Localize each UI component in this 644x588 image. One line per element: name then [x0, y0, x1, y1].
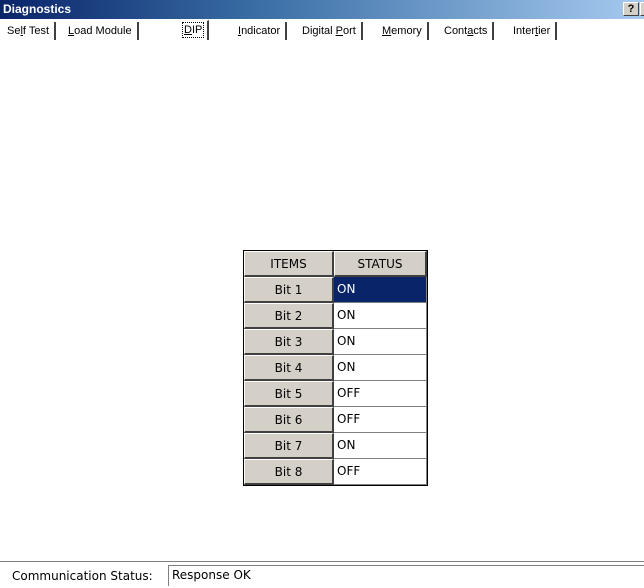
title-bar[interactable]: Diagnostics ? × — [0, 0, 644, 19]
tab-label: Indicator — [238, 25, 281, 37]
communication-status-label: Communication Status: — [12, 569, 153, 583]
row-item-cell[interactable]: Bit 8 — [244, 459, 334, 485]
column-header-items[interactable]: ITEMS — [244, 251, 334, 277]
table-row[interactable]: Bit 1 ON — [244, 277, 427, 303]
diagnostics-window: Diagnostics ? × Self Test Load Module DI… — [0, 0, 644, 588]
row-status-cell[interactable]: ON — [334, 277, 427, 303]
row-status-cell[interactable]: OFF — [334, 381, 427, 407]
grid-body: Bit 1 ON Bit 2 ON Bit 3 ON Bit 4 ON Bit 5 OFF Bit … — [244, 277, 427, 485]
tab-self-test[interactable]: Self Test — [2, 22, 57, 40]
row-status-cell[interactable]: OFF — [334, 407, 427, 433]
tab-label: DIP — [181, 22, 205, 38]
row-status-cell[interactable]: ON — [334, 433, 427, 459]
row-item-cell[interactable]: Bit 6 — [244, 407, 334, 433]
tab-load-module[interactable]: Load Module — [63, 22, 139, 40]
table-row[interactable]: Bit 4 ON — [244, 355, 427, 381]
tab-label: Digital Port — [302, 25, 356, 37]
tab-label: Load Module — [68, 25, 132, 37]
grid-header-row: ITEMS STATUS — [244, 251, 427, 277]
tab-indicator[interactable]: Indicator — [233, 22, 288, 40]
column-header-status[interactable]: STATUS — [334, 251, 427, 277]
row-item-cell[interactable]: Bit 4 — [244, 355, 334, 381]
window-title: Diagnostics — [3, 2, 72, 16]
row-status-cell[interactable]: OFF — [334, 459, 427, 485]
tab-strip: Self Test Load Module DIP Indicator Digi… — [0, 20, 644, 42]
tab-intertier[interactable]: Intertier — [508, 22, 558, 40]
tab-label: Self Test — [7, 25, 50, 37]
row-status-cell[interactable]: ON — [334, 355, 427, 381]
row-status-cell[interactable]: ON — [334, 303, 427, 329]
tab-label: Intertier — [513, 25, 551, 37]
status-bar: Communication Status: Response OK — [0, 561, 644, 588]
help-button[interactable]: ? — [623, 2, 639, 16]
row-item-cell[interactable]: Bit 3 — [244, 329, 334, 355]
tab-label: Memory — [382, 25, 422, 37]
tab-dip[interactable]: DIP — [178, 20, 210, 40]
tab-content-dip: ITEMS STATUS Bit 1 ON Bit 2 ON Bit 3 ON Bit 4O… — [0, 42, 644, 562]
row-item-cell[interactable]: Bit 1 — [244, 277, 334, 303]
dip-status-grid: ITEMS STATUS Bit 1 ON Bit 2 ON Bit 3 ON Bit 4O… — [243, 250, 428, 486]
tab-digital-port[interactable]: Digital Port — [297, 22, 363, 40]
table-row[interactable]: Bit 6 OFF — [244, 407, 427, 433]
tab-memory[interactable]: Memory — [377, 22, 429, 40]
row-item-cell[interactable]: Bit 5 — [244, 381, 334, 407]
row-item-cell[interactable]: Bit 7 — [244, 433, 334, 459]
communication-status-value: Response OK — [168, 565, 644, 586]
tab-contacts[interactable]: Contacts — [439, 22, 495, 40]
table-row[interactable]: Bit 5 OFF — [244, 381, 427, 407]
row-status-cell[interactable]: ON — [334, 329, 427, 355]
table-row[interactable]: Bit 7 ON — [244, 433, 427, 459]
tab-label: Contacts — [444, 25, 488, 37]
table-row[interactable]: Bit 8 OFF — [244, 459, 427, 485]
table-row[interactable]: Bit 3 ON — [244, 329, 427, 355]
row-item-cell[interactable]: Bit 2 — [244, 303, 334, 329]
table-row[interactable]: Bit 2 ON — [244, 303, 427, 329]
close-button[interactable]: × — [640, 2, 644, 16]
